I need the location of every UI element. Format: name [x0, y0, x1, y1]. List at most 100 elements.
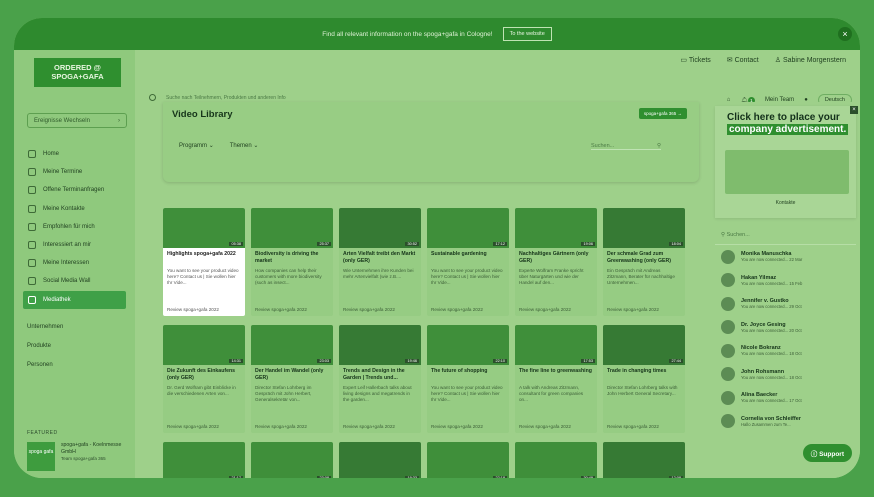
video-card[interactable]: 21:17	[163, 442, 245, 478]
avatar	[721, 343, 735, 358]
video-card[interactable]: 27:44 Trade in changing times Director Ste…	[603, 325, 685, 433]
video-thumbnail[interactable]: 21:17	[163, 442, 245, 478]
video-thumbnail[interactable]: 14:31	[163, 325, 245, 365]
sidebar-item-interessen[interactable]: Meine Interessen	[14, 254, 135, 272]
video-card[interactable]: 22:18	[427, 442, 509, 478]
sidebar-item-home[interactable]: Home	[14, 145, 135, 163]
sidebar-item-label: Interessiert an mir	[43, 242, 92, 249]
video-card[interactable]: 12:08	[603, 442, 685, 478]
video-card[interactable]: 05:38 Highlights spoga+gafa 2022 You want …	[163, 208, 245, 316]
video-thumbnail[interactable]: 25:37	[251, 208, 333, 248]
video-title[interactable]: Der schmale Grad zum Greenwashing (only …	[603, 248, 685, 266]
ticket-icon: ▭	[680, 57, 689, 64]
video-thumbnail[interactable]: 19:33	[339, 442, 421, 478]
tickets-link[interactable]: ▭ Tickets	[680, 56, 710, 64]
right-panel: Click here to place your company advertis…	[711, 102, 860, 478]
video-title[interactable]: Trade in changing times	[603, 365, 685, 383]
video-card[interactable]: 17:53 The fine line to greenwashing A talk…	[515, 325, 597, 433]
video-card[interactable]: 14:31 Die Zukunft des Einkaufens (only GE…	[163, 325, 245, 433]
ad-box[interactable]: Click here to place your company advertis…	[715, 106, 858, 218]
link-produkte[interactable]: Produkte	[27, 343, 51, 349]
contact-item[interactable]: Hakan Yilmaz You are now connected... 15 …	[715, 269, 856, 293]
contact-item[interactable]: Cornelia von Schleiffer Hallo Zusammen zu…	[715, 410, 856, 434]
switch-label: Ereignisse Wechseln	[34, 117, 90, 124]
filter-programm[interactable]: Programm ⌄	[179, 142, 214, 149]
sidebar-item-label: Empfohlen für mich	[43, 223, 95, 230]
video-duration: 18:04	[669, 242, 683, 246]
sidebar-item-empfohlen[interactable]: Empfohlen für mich	[14, 218, 135, 236]
contact-status: You are now connected... 18 Oct	[741, 351, 802, 357]
library-search[interactable]: Suchen... ⚲	[591, 143, 661, 150]
close-icon[interactable]: ×	[838, 27, 852, 41]
video-title[interactable]: The fine line to greenwashing	[515, 365, 597, 383]
contact-link[interactable]: ✉ Contact	[727, 56, 759, 64]
video-card[interactable]: 23:08	[251, 442, 333, 478]
video-card[interactable]: 19:33	[339, 442, 421, 478]
contact-item[interactable]: Alina Baecker You are now connected... 17…	[715, 386, 856, 410]
logo[interactable]: ORDERED @ SPOGA+GAFA	[34, 58, 121, 87]
video-title[interactable]: The future of shopping	[427, 365, 509, 383]
video-title[interactable]: Trends and Design in the Garden | Trends…	[339, 365, 421, 383]
video-title[interactable]: Sustainable gardening	[427, 248, 509, 266]
featured-card[interactable]: spoga gafa spoga+gafa - Koelnmesse GmbH …	[27, 442, 135, 471]
video-thumbnail[interactable]: 12:08	[603, 442, 685, 478]
video-thumbnail[interactable]: 18:04	[603, 208, 685, 248]
video-thumbnail[interactable]: 30:49	[515, 442, 597, 478]
video-title[interactable]: Die Zukunft des Einkaufens (only GER)	[163, 365, 245, 383]
sidebar-item-anfragen[interactable]: Offene Terminanfragen	[14, 181, 135, 199]
link-unternehmen[interactable]: Unternehmen	[27, 324, 63, 330]
video-card[interactable]: 19:46 Trends and Design in the Garden | T…	[339, 325, 421, 433]
video-title[interactable]: Arten Vielfalt treibt den Markt (only GE…	[339, 248, 421, 266]
support-button[interactable]: ⓘ Support	[802, 444, 852, 462]
contacts-search[interactable]: ⚲ Suchen...	[715, 226, 856, 245]
sidebar-item-termine[interactable]: Meine Termine	[14, 163, 135, 181]
contacts-search-input[interactable]: Suchen...	[727, 232, 750, 238]
sidebar-item-social[interactable]: Social Media Wall	[14, 272, 135, 290]
video-thumbnail[interactable]: 23:03	[251, 325, 333, 365]
video-title[interactable]: Highlights spoga+gafa 2022	[163, 248, 245, 266]
video-thumbnail[interactable]: 19:46	[339, 325, 421, 365]
global-search[interactable]: Suche nach Teilnehmern, Produkten und an…	[149, 94, 286, 101]
contact-item[interactable]: Nicole Bokranz You are now connected... 1…	[715, 339, 856, 363]
close-icon[interactable]: ×	[850, 106, 858, 114]
contact-item[interactable]: John Rohsmann You are now connected... 18…	[715, 363, 856, 387]
search-icon	[149, 94, 156, 101]
switch-event-button[interactable]: Ereignisse Wechseln ›	[27, 113, 127, 128]
filter-themen[interactable]: Themen ⌄	[230, 142, 259, 149]
video-thumbnail[interactable]: 17:12	[427, 208, 509, 248]
video-card[interactable]: 19:06 Nachhaltiges Gärtnern (only GER) Exp…	[515, 208, 597, 316]
video-duration: 19:06	[581, 242, 595, 246]
video-title[interactable]: Der Handel im Wandel (only GER)	[251, 365, 333, 383]
video-thumbnail[interactable]: 05:38	[163, 208, 245, 248]
page-title: Video Library	[172, 109, 233, 120]
video-thumbnail[interactable]: 22:10	[427, 325, 509, 365]
video-thumbnail[interactable]: 23:08	[251, 442, 333, 478]
spoga-365-button[interactable]: spoga+gafa 365 →	[638, 108, 687, 119]
video-card[interactable]: 22:10 The future of shopping You want to s…	[427, 325, 509, 433]
sidebar-item-label: Meine Termine	[43, 169, 83, 176]
sidebar-item-interessiert[interactable]: Interessiert an mir	[14, 236, 135, 254]
video-thumbnail[interactable]: 27:44	[603, 325, 685, 365]
video-card[interactable]: 23:03 Der Handel im Wandel (only GER) Dire…	[251, 325, 333, 433]
video-card[interactable]: 17:12 Sustainable gardening You want to se…	[427, 208, 509, 316]
contact-item[interactable]: Monika Manuschka You are now connected...…	[715, 245, 856, 269]
video-card[interactable]: 30:49	[515, 442, 597, 478]
video-card[interactable]: 18:04 Der schmale Grad zum Greenwashing (…	[603, 208, 685, 316]
video-title[interactable]: Nachhaltiges Gärtnern (only GER)	[515, 248, 597, 266]
video-card[interactable]: 25:37 Biodiversity is driving the market H…	[251, 208, 333, 316]
sidebar-item-mediathek[interactable]: Mediathek	[23, 290, 126, 309]
video-thumbnail[interactable]: 22:18	[427, 442, 509, 478]
contact-item[interactable]: Dr. Joyce Gesing You are now connected...…	[715, 316, 856, 340]
website-button[interactable]: To the website	[502, 27, 552, 41]
sidebar-item-kontakte[interactable]: Meine Kontakte	[14, 200, 135, 218]
video-title[interactable]: Biodiversity is driving the market	[251, 248, 333, 266]
link-personen[interactable]: Personen	[27, 362, 53, 368]
video-thumbnail[interactable]: 17:53	[515, 325, 597, 365]
video-card[interactable]: 30:52 Arten Vielfalt treibt den Markt (on…	[339, 208, 421, 316]
contact-item[interactable]: Jennifer v. Gustko You are now connected.…	[715, 292, 856, 316]
video-thumbnail[interactable]: 30:52	[339, 208, 421, 248]
user-link[interactable]: ♙ Sabine Morgenstern	[775, 56, 846, 64]
video-thumbnail[interactable]: 19:06	[515, 208, 597, 248]
library-search-input[interactable]: Suchen...	[591, 143, 614, 149]
search-input[interactable]: Suche nach Teilnehmern, Produkten und an…	[166, 95, 286, 101]
